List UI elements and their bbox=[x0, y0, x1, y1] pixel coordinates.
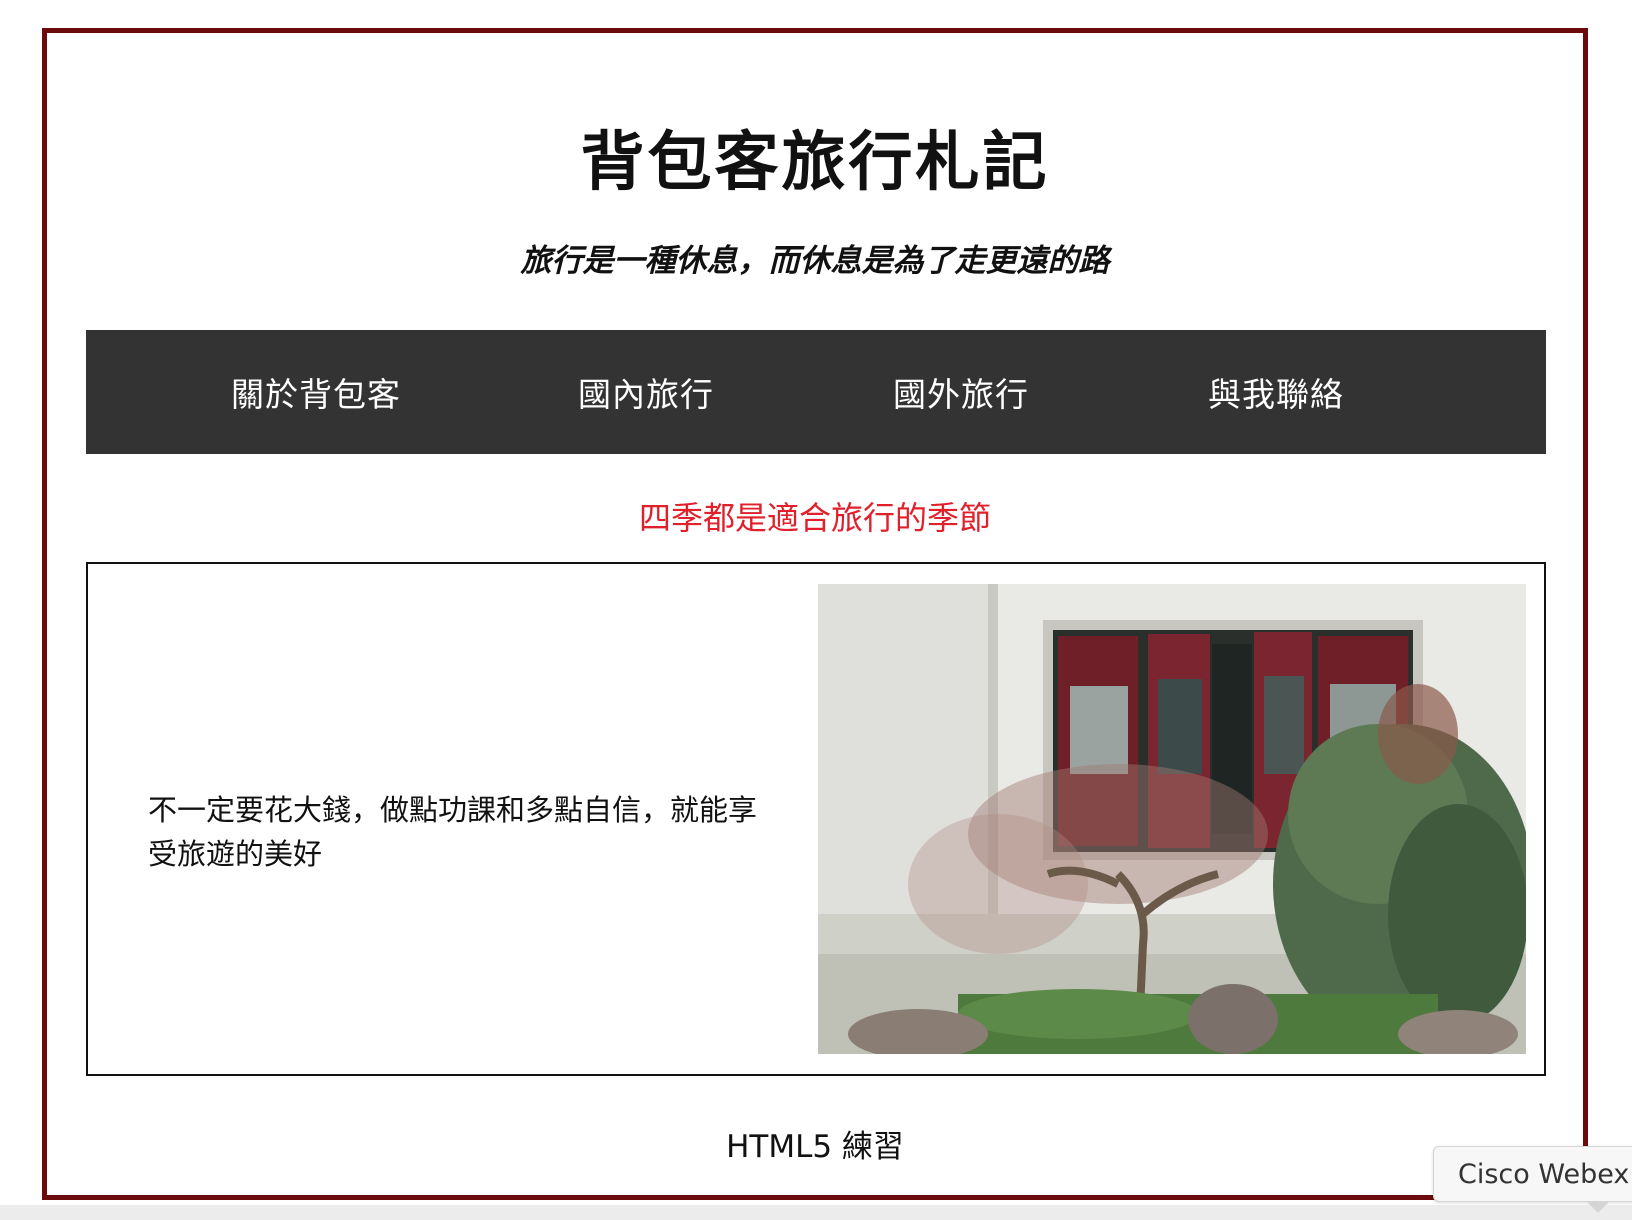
nav-item-contact[interactable]: 與我聯絡 bbox=[1136, 330, 1416, 454]
site-tagline: 旅行是一種休息，而休息是為了走更遠的路 bbox=[520, 243, 1110, 279]
tooltip-tail bbox=[1586, 1201, 1610, 1213]
content-text: 不一定要花大錢，做點功課和多點自信，就能享受旅遊的美好 bbox=[148, 793, 758, 871]
content-box: 不一定要花大錢，做點功課和多點自信，就能享受旅遊的美好 bbox=[86, 562, 1546, 1076]
browser-bottom-strip bbox=[0, 1205, 1632, 1220]
footer-text: HTML5 練習 bbox=[726, 1129, 904, 1165]
cisco-webex-tooltip: Cisco Webex bbox=[1433, 1146, 1632, 1202]
photo-illustration bbox=[818, 584, 1526, 1054]
nav-item-domestic-travel[interactable]: 國內旅行 bbox=[506, 330, 786, 454]
nav-item-about[interactable]: 關於背包客 bbox=[176, 330, 456, 454]
window-garden-photo bbox=[818, 584, 1526, 1054]
main-nav: 關於背包客 國內旅行 國外旅行 與我聯絡 bbox=[86, 330, 1546, 454]
nav-item-overseas-travel[interactable]: 國外旅行 bbox=[821, 330, 1101, 454]
section-heading: 四季都是適合旅行的季節 bbox=[638, 499, 991, 537]
site-title: 背包客旅行札記 bbox=[580, 125, 1050, 200]
page-frame: 背包客旅行札記 旅行是一種休息，而休息是為了走更遠的路 關於背包客 國內旅行 國… bbox=[42, 28, 1588, 1200]
